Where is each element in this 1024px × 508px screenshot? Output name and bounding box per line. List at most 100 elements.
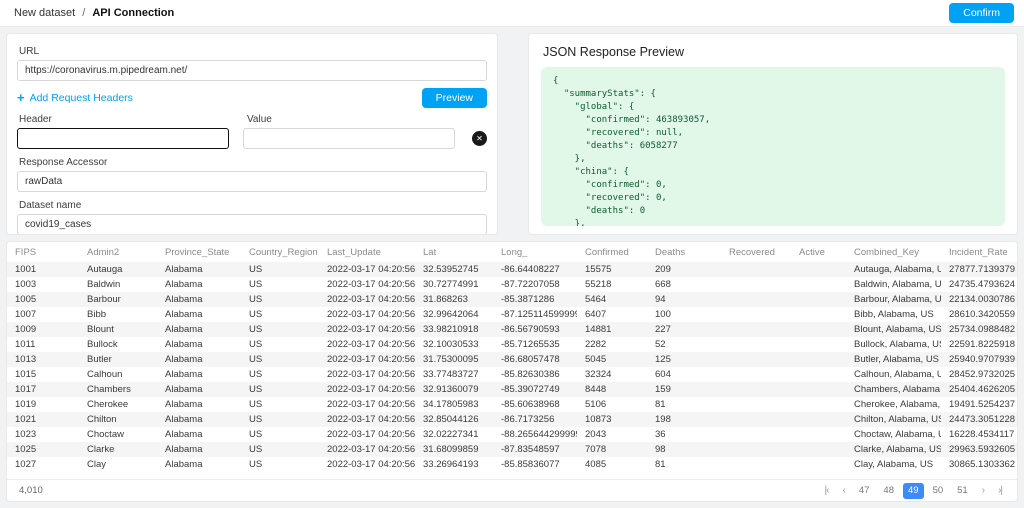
- table-cell: US: [241, 292, 319, 307]
- table-cell: 98: [647, 442, 721, 457]
- table-cell: Calhoun: [79, 367, 157, 382]
- confirm-button[interactable]: Confirm: [949, 3, 1014, 23]
- table-cell: 5464: [577, 292, 647, 307]
- table-cell: Clay: [79, 457, 157, 472]
- table-cell: 2022-03-17 04:20:56: [319, 427, 415, 442]
- table-cell: Chambers, Alabama, US: [846, 382, 941, 397]
- json-preview-title: JSON Response Preview: [543, 45, 1005, 59]
- table-row: 1003BaldwinAlabamaUS2022-03-17 04:20:563…: [7, 277, 1017, 292]
- table-cell: Blount: [79, 322, 157, 337]
- table-cell: Alabama: [157, 442, 241, 457]
- top-bar: New dataset / API Connection Confirm: [0, 0, 1024, 27]
- table-cell: US: [241, 262, 319, 277]
- preview-button[interactable]: Preview: [422, 88, 487, 108]
- table-cell: US: [241, 412, 319, 427]
- table-cell: Baldwin: [79, 277, 157, 292]
- table-cell: Bibb: [79, 307, 157, 322]
- table-cell: 33.98210918: [415, 322, 493, 337]
- table-cell: 16228.4534117: [941, 427, 1017, 442]
- table-cell: Clarke: [79, 442, 157, 457]
- table-cell: 2022-03-17 04:20:56: [319, 292, 415, 307]
- table-cell: 22134.0030786: [941, 292, 1017, 307]
- page-button-47[interactable]: 47: [854, 483, 875, 499]
- table-cell: 24473.3051228: [941, 412, 1017, 427]
- response-accessor-input[interactable]: [17, 171, 487, 192]
- table-cell: -85.39072749: [493, 382, 577, 397]
- pagination: |‹ ‹ 4748495051 › ›|: [820, 483, 1007, 499]
- prev-page-button[interactable]: ‹: [837, 483, 849, 499]
- table-cell: 2022-03-17 04:20:56: [319, 442, 415, 457]
- table-cell: Butler, Alabama, US: [846, 352, 941, 367]
- table-cell: 1015: [7, 367, 79, 382]
- column-header: Lat: [415, 242, 493, 262]
- table-cell: 22591.8225918: [941, 337, 1017, 352]
- table-scroll-area[interactable]: FIPSAdmin2Province_StateCountry_RegionLa…: [7, 242, 1017, 479]
- table-cell: Alabama: [157, 367, 241, 382]
- table-cell: 36: [647, 427, 721, 442]
- table-row: 1019CherokeeAlabamaUS2022-03-17 04:20:56…: [7, 397, 1017, 412]
- table-cell: -86.68057478: [493, 352, 577, 367]
- table-cell: 2022-03-17 04:20:56: [319, 277, 415, 292]
- table-cell: [791, 307, 846, 322]
- table-cell: 227: [647, 322, 721, 337]
- table-cell: 30865.1303362: [941, 457, 1017, 472]
- table-cell: Chilton, Alabama, US: [846, 412, 941, 427]
- page-button-49[interactable]: 49: [903, 483, 924, 499]
- table-row: 1027ClayAlabamaUS2022-03-17 04:20:5633.2…: [7, 457, 1017, 472]
- table-cell: 32.85044126: [415, 412, 493, 427]
- next-page-button[interactable]: ›: [977, 483, 989, 499]
- add-request-headers-label: Add Request Headers: [30, 92, 133, 104]
- data-preview-table-panel: FIPSAdmin2Province_StateCountry_RegionLa…: [6, 241, 1018, 502]
- json-preview-code[interactable]: { "summaryStats": { "global": { "confirm…: [541, 67, 1005, 226]
- table-cell: Bibb, Alabama, US: [846, 307, 941, 322]
- value-label: Value: [247, 114, 459, 125]
- dataset-name-input[interactable]: [17, 214, 487, 235]
- table-cell: 668: [647, 277, 721, 292]
- table-cell: 8448: [577, 382, 647, 397]
- url-input[interactable]: [17, 60, 487, 81]
- table-cell: 7078: [577, 442, 647, 457]
- remove-header-button[interactable]: ✕: [472, 131, 487, 146]
- table-cell: [721, 337, 791, 352]
- last-page-button[interactable]: ›|: [993, 483, 1007, 499]
- table-cell: [721, 277, 791, 292]
- table-cell: 6407: [577, 307, 647, 322]
- table-cell: 2022-03-17 04:20:56: [319, 367, 415, 382]
- table-cell: 209: [647, 262, 721, 277]
- table-cell: 1007: [7, 307, 79, 322]
- table-cell: 2022-03-17 04:20:56: [319, 457, 415, 472]
- header-key-input[interactable]: [17, 128, 229, 149]
- pagination-pages: 4748495051: [854, 483, 973, 499]
- page-button-48[interactable]: 48: [878, 483, 899, 499]
- table-cell: 2022-03-17 04:20:56: [319, 382, 415, 397]
- page-button-50[interactable]: 50: [928, 483, 949, 499]
- table-cell: US: [241, 337, 319, 352]
- breadcrumb-new-dataset[interactable]: New dataset: [14, 7, 75, 19]
- close-icon: ✕: [476, 134, 483, 143]
- table-row: 1007BibbAlabamaUS2022-03-17 04:20:5632.9…: [7, 307, 1017, 322]
- header-value-input[interactable]: [243, 128, 455, 149]
- response-accessor-label: Response Accessor: [19, 157, 487, 168]
- breadcrumb: New dataset / API Connection: [14, 7, 174, 19]
- table-cell: 2022-03-17 04:20:56: [319, 307, 415, 322]
- page-button-51[interactable]: 51: [952, 483, 973, 499]
- table-cell: Calhoun, Alabama, US: [846, 367, 941, 382]
- column-header: Last_Update: [319, 242, 415, 262]
- table-cell: 28452.9732025: [941, 367, 1017, 382]
- first-page-button[interactable]: |‹: [820, 483, 834, 499]
- table-cell: 604: [647, 367, 721, 382]
- column-header: Recovered: [721, 242, 791, 262]
- column-header: Country_Region: [241, 242, 319, 262]
- table-cell: Barbour: [79, 292, 157, 307]
- api-connection-form: URL + Add Request Headers Preview Header…: [6, 33, 498, 235]
- table-cell: 32324: [577, 367, 647, 382]
- table-cell: Clarke, Alabama, US: [846, 442, 941, 457]
- add-request-headers-link[interactable]: + Add Request Headers: [17, 91, 133, 104]
- table-cell: 10873: [577, 412, 647, 427]
- table-cell: 1013: [7, 352, 79, 367]
- table-cell: 2022-03-17 04:20:56: [319, 397, 415, 412]
- table-body: 1001AutaugaAlabamaUS2022-03-17 04:20:563…: [7, 262, 1017, 472]
- table-cell: 4085: [577, 457, 647, 472]
- table-cell: 2282: [577, 337, 647, 352]
- column-header: Active: [791, 242, 846, 262]
